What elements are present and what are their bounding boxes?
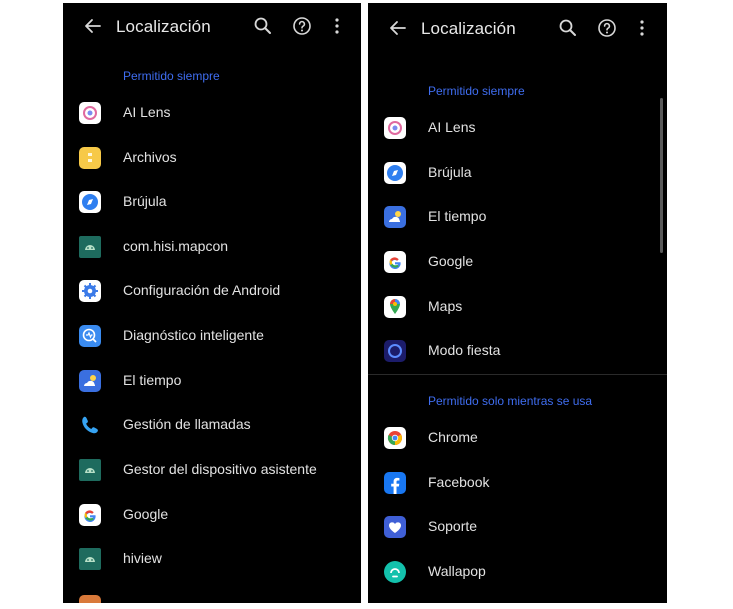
help-icon[interactable] [597, 18, 617, 38]
back-arrow-icon[interactable] [388, 18, 408, 38]
app-row-ai-lens[interactable]: AI Lens [368, 106, 667, 150]
app-row-configuracion-android[interactable]: Configuración de Android [63, 269, 361, 313]
app-label: Google [428, 253, 474, 269]
app-bar: Localización [63, 3, 361, 51]
app-label: Brújula [428, 164, 472, 180]
app-bar: Localización [368, 3, 667, 51]
chrome-icon [384, 427, 406, 449]
app-row-modo-fiesta[interactable]: Modo fiesta [368, 329, 667, 373]
app-label: AI Lens [428, 119, 476, 135]
app-label: El tiempo [123, 372, 182, 388]
app-row-archivos[interactable]: Archivos [63, 136, 361, 180]
app-row-google[interactable]: Google [63, 493, 361, 537]
wallapop-icon [384, 561, 406, 583]
app-label: Configuración de Android [123, 282, 281, 298]
app-row-maps[interactable]: Maps [368, 285, 667, 329]
search-icon[interactable] [253, 16, 273, 36]
google-icon [384, 251, 406, 273]
gear-icon [79, 280, 101, 302]
app-label: Google [123, 506, 169, 522]
more-options-icon[interactable] [632, 18, 652, 38]
right-phone-screen: Localización Permitido siempre AI Lens B… [368, 3, 667, 603]
weather-icon [384, 206, 406, 228]
app-row-facebook[interactable]: Facebook [368, 461, 667, 505]
app-row-gestor-dispositivo[interactable]: Gestor del dispositivo asistente [63, 448, 361, 492]
app-label: Soporte [428, 518, 478, 534]
android-icon [79, 548, 101, 570]
app-row-hiview[interactable]: hiview [63, 537, 361, 581]
app-row-com-hisi-mapcon[interactable]: com.hisi.mapcon [63, 225, 361, 269]
app-label: Diagnóstico inteligente [123, 327, 264, 343]
app-label: Brújula [123, 193, 167, 209]
party-mode-icon [384, 340, 406, 362]
section-header-while-using: Permitido solo mientras se usa [428, 394, 593, 408]
more-options-icon[interactable] [327, 16, 347, 36]
section-divider [368, 374, 667, 375]
section-header-always: Permitido siempre [428, 84, 525, 98]
app-row-el-tiempo[interactable]: El tiempo [63, 359, 361, 403]
app-row-brujula[interactable]: Brújula [63, 180, 361, 224]
weather-icon [79, 370, 101, 392]
app-row-soporte[interactable]: Soporte [368, 505, 667, 549]
maps-icon [384, 296, 406, 318]
help-icon[interactable] [292, 16, 312, 36]
partial-app-icon [79, 595, 101, 603]
app-label: Wallapop [428, 563, 486, 579]
android-icon [79, 459, 101, 481]
app-row-el-tiempo[interactable]: El tiempo [368, 195, 667, 239]
app-label: Facebook [428, 474, 490, 490]
app-label: Gestor del dispositivo asistente [123, 461, 317, 477]
app-label: AI Lens [123, 104, 171, 120]
page-title: Localización [421, 19, 516, 38]
app-label: Gestión de llamadas [123, 416, 251, 432]
section-header-always: Permitido siempre [123, 69, 220, 83]
page-title: Localización [116, 17, 211, 36]
app-label: Maps [428, 298, 463, 314]
compass-icon [384, 162, 406, 184]
app-row-gestion-llamadas[interactable]: Gestión de llamadas [63, 403, 361, 447]
left-phone-screen: Localización Permitido siempre AI Lens A… [63, 3, 361, 603]
files-icon [79, 147, 101, 169]
google-icon [79, 504, 101, 526]
ai-lens-icon [384, 117, 406, 139]
app-row-brujula[interactable]: Brújula [368, 151, 667, 195]
app-label: El tiempo [428, 208, 487, 224]
compass-icon [79, 191, 101, 213]
app-row-wallapop[interactable]: Wallapop [368, 550, 667, 594]
android-icon [79, 236, 101, 258]
search-icon[interactable] [558, 18, 578, 38]
phone-icon [79, 414, 101, 436]
app-row-ai-lens[interactable]: AI Lens [63, 91, 361, 135]
app-row-diagnostico[interactable]: Diagnóstico inteligente [63, 314, 361, 358]
facebook-icon [384, 472, 406, 494]
ai-lens-icon [79, 102, 101, 124]
support-icon [384, 516, 406, 538]
app-row-chrome[interactable]: Chrome [368, 416, 667, 460]
app-label: hiview [123, 550, 162, 566]
app-label: com.hisi.mapcon [123, 238, 229, 254]
app-label: Modo fiesta [428, 342, 501, 358]
app-row-google[interactable]: Google [368, 240, 667, 284]
app-label: Archivos [123, 149, 177, 165]
app-label: Chrome [428, 429, 478, 445]
back-arrow-icon[interactable] [83, 16, 103, 36]
diagnostics-icon [79, 325, 101, 347]
